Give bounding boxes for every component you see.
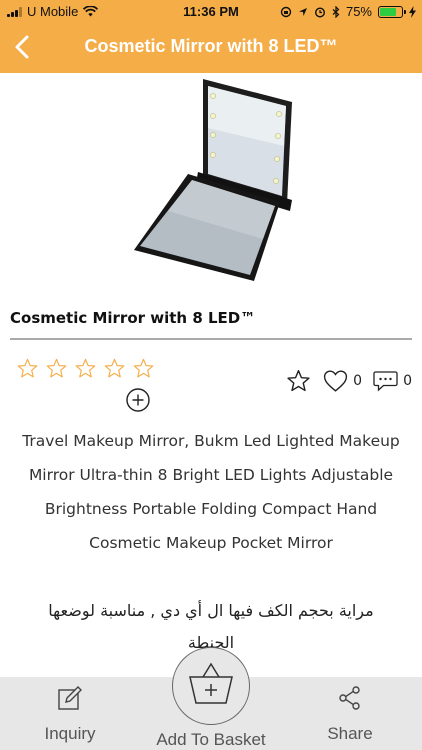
rating-star-icon[interactable]: [103, 357, 126, 380]
bluetooth-icon: [332, 5, 340, 18]
product-title: Cosmetic Mirror with 8 LED™: [10, 309, 256, 327]
heart-icon: [324, 370, 348, 392]
location-icon: [298, 7, 307, 16]
alarm-icon: [314, 6, 325, 18]
rating-star-icon[interactable]: [45, 357, 68, 380]
favorite-count: 0: [353, 373, 363, 389]
chevron-left-icon: [15, 35, 29, 59]
add-to-basket-button[interactable]: [172, 647, 250, 725]
favorite-button[interactable]: 0: [322, 369, 362, 393]
screen-lock-icon: [280, 6, 292, 17]
battery-icon: [378, 5, 406, 18]
status-bar: U Mobile 11:36 PM 75%: [0, 0, 422, 22]
comment-icon: [373, 371, 398, 392]
rating-star-icon[interactable]: [16, 357, 39, 380]
back-button[interactable]: [8, 32, 38, 62]
product-description: Travel Makeup Mirror, Bukm Led Lighted M…: [22, 432, 400, 552]
product-actions: 0 0: [275, 368, 412, 394]
rating-star-icon[interactable]: [74, 357, 97, 380]
product-image[interactable]: [120, 76, 300, 288]
inquiry-button[interactable]: Inquiry: [20, 677, 120, 750]
battery-percent: 75%: [345, 4, 372, 19]
inquiry-label: Inquiry: [44, 724, 96, 743]
add-rating-button[interactable]: [125, 387, 151, 413]
status-right: 75%: [280, 4, 416, 19]
rating-stars[interactable]: [16, 357, 155, 380]
edit-icon: [58, 686, 82, 710]
star-outline-icon: [287, 370, 310, 392]
comment-button[interactable]: 0: [372, 370, 412, 392]
star-button[interactable]: [285, 368, 312, 394]
add-to-basket-label: Add To Basket: [156, 730, 266, 749]
share-label: Share: [327, 724, 373, 743]
share-icon: [339, 686, 360, 710]
charging-icon: [409, 5, 416, 18]
rating-star-icon[interactable]: [132, 357, 155, 380]
page-title: Cosmetic Mirror with 8 LED™: [84, 36, 338, 56]
comment-count: 0: [403, 373, 412, 389]
basket-add-icon: [188, 662, 233, 704]
title-divider: [10, 338, 412, 340]
share-button[interactable]: Share: [300, 677, 400, 750]
nav-bar: Cosmetic Mirror with 8 LED™: [0, 22, 422, 73]
